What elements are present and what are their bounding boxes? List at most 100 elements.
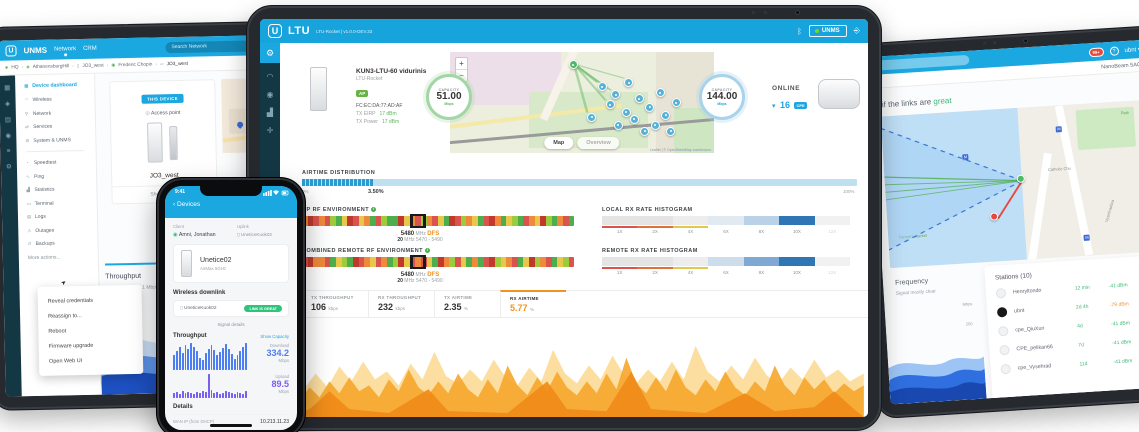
ap-badge: AP — [356, 90, 368, 97]
menu-item-open-web-ui[interactable]: Open Web UI — [39, 352, 143, 369]
phone-notch — [200, 186, 262, 196]
sidebar-item-logs[interactable]: ▤Logs — [27, 213, 97, 220]
caret-down-icon[interactable]: ▾ — [772, 103, 776, 110]
coverage-map[interactable]: + − Map Overview Leaflet | © OpenStreetM… — [450, 52, 714, 153]
info-icon[interactable]: i — [425, 248, 430, 253]
local-hist-bar — [602, 216, 850, 225]
stations-panel: Stations (10) Henryltondo 12 min -41 dBm… — [984, 256, 1139, 405]
statistics-icon: ▟ — [26, 187, 34, 193]
dashboard-icon[interactable]: ⚙ — [260, 43, 280, 63]
ap-map-pin[interactable] — [569, 60, 578, 69]
sidebar-item-statistics[interactable]: ▟Statistics — [26, 186, 96, 193]
channel-bracket[interactable] — [410, 214, 426, 228]
status-icons — [263, 189, 289, 196]
gauge-value: 144.00 — [707, 92, 738, 102]
tab-rx-throughput[interactable]: RX THROUGHPUT 232 kbps — [368, 291, 434, 317]
dashboard-icon[interactable]: ▦ — [4, 83, 10, 91]
cpe-map-pin[interactable] — [614, 121, 623, 130]
capacity-gauge-ap: CAPACITY 51.00 Mbps — [426, 74, 472, 120]
tab-tx-airtime[interactable]: TX AIRTIME 2.35 % — [434, 291, 500, 317]
sidebar-item-speedtest[interactable]: ◔Speedtest — [26, 159, 96, 166]
signal-details-link[interactable]: Signal details — [173, 322, 289, 327]
devices-icon[interactable]: ▤ — [5, 115, 11, 123]
sidebar-item-network[interactable]: ⚲Network — [25, 109, 95, 116]
user-menu[interactable]: ubnt ▾ — [1124, 46, 1139, 54]
notification-badge[interactable]: 99+ — [1088, 47, 1104, 57]
lan-ip-row: LAN IP Address 192.168.1.1 — [173, 429, 289, 430]
bluetooth-icon[interactable]: ᛒ — [797, 27, 802, 36]
logout-icon[interactable]: ⎆ — [854, 26, 860, 36]
station-row[interactable]: CPE_pelikan66 7d -41 dBm — [999, 336, 1139, 355]
ltu-dashboard: + − Map Overview Leaflet | © OpenStreetM… — [280, 43, 868, 417]
remote-hist-bar — [602, 257, 850, 266]
search-input[interactable] — [165, 40, 249, 53]
sites-icon[interactable]: ◈ — [5, 100, 10, 108]
statistics-icon[interactable]: ▟ — [267, 108, 273, 117]
links-map[interactable]: Park Catholic Chu Farmers Market Vysehra… — [881, 100, 1139, 268]
cpe-map-pin[interactable] — [645, 103, 654, 112]
tab-rx-airtime[interactable]: RX AIRTIME 5.77 % — [500, 290, 566, 317]
device-image — [181, 250, 192, 277]
sidebar-item-backups[interactable]: ↺Backups — [28, 240, 98, 247]
ap-rf-freq: 5480 MHz DFS 20 MHz 5470 - 5490 — [340, 231, 500, 243]
zoom-in-button[interactable]: + — [456, 58, 467, 69]
uplink-name[interactable]: ▯ UneticeKuok02 — [237, 232, 289, 238]
show-capacity-link[interactable]: Show Capacity — [260, 334, 289, 339]
cpe-map-pin[interactable] — [630, 115, 639, 124]
search-pill[interactable] — [877, 55, 969, 71]
stations-title: Stations (10) — [995, 265, 1139, 281]
station-uptime: 4d — [1077, 321, 1111, 329]
nav-network[interactable]: Network — [54, 46, 76, 52]
more-actions-link[interactable]: More actions... — [28, 253, 98, 260]
camera-dot — [752, 11, 755, 14]
breadcrumb-device[interactable]: JO3_west — [82, 63, 103, 68]
breadcrumb-site[interactable]: AthanensburgHill — [33, 64, 70, 70]
back-nav[interactable]: ‹ Devices — [173, 201, 200, 208]
clients-icon[interactable]: ◉ — [5, 131, 11, 139]
sidebar-item-system[interactable]: ⚙System & UNMS — [25, 136, 95, 143]
tab-tx-throughput[interactable]: TX THROUGHPUT 106 kbps — [302, 291, 368, 317]
breadcrumb-client[interactable]: Frederic Chopin — [118, 62, 152, 68]
sidebar-item-ping[interactable]: ∿Ping — [26, 172, 96, 179]
sidebar-item-terminal[interactable]: ▭Terminal — [27, 199, 97, 206]
sidebar-item-services[interactable]: ⇄Services — [25, 123, 95, 130]
channel-bracket[interactable] — [410, 255, 426, 269]
ap-device-image — [310, 67, 327, 111]
unms-button[interactable]: UNMS — [809, 25, 847, 37]
sidebar-item-outages[interactable]: ⚠Outages — [27, 226, 97, 233]
online-block: ONLINE ▾ 16 CPE — [772, 85, 807, 113]
cpe-map-pin[interactable] — [661, 111, 670, 120]
info-icon[interactable]: i — [371, 207, 376, 212]
sidebar-item-dashboard[interactable]: ▦Device dashboard — [24, 82, 94, 89]
details-title: Details — [173, 404, 289, 410]
wireless-icon[interactable]: ◠ — [267, 72, 274, 81]
cpe-map-pin[interactable] — [640, 127, 649, 136]
cpe-map-pin[interactable] — [587, 113, 596, 122]
device-card[interactable]: Unetice02 AirMax 5GHz — [173, 244, 289, 283]
capacity-gauge-remote: CAPACITY 144.00 Mbps — [699, 74, 745, 120]
station-row[interactable]: cpe_QiuXun 4d -41 dBm — [998, 317, 1139, 336]
nav-crm[interactable]: CRM — [83, 46, 97, 52]
client-name[interactable]: ◉ Amni, Jonathan — [173, 232, 216, 238]
station-avatar — [999, 345, 1010, 356]
logs-icon[interactable]: ≡ — [7, 148, 11, 155]
station-row[interactable]: Henryltondo 12 min -41 dBm — [996, 279, 1139, 298]
cpe-map-pin[interactable] — [622, 108, 631, 117]
overview-toggle-button[interactable]: Overview — [577, 137, 619, 149]
help-icon[interactable]: ? — [1109, 46, 1119, 56]
home-indicator[interactable] — [210, 424, 252, 427]
station-row[interactable]: ubnt 2d 4h -79 dBm — [997, 298, 1139, 317]
airtime-max: 100% — [843, 189, 855, 194]
map-toggle-button[interactable]: Map — [544, 137, 573, 149]
station-name: CPE_pelikan66 — [1016, 343, 1078, 353]
breadcrumb-hq[interactable]: HQ — [11, 65, 18, 70]
sidebar-item-wireless[interactable]: ◠Wireless — [24, 96, 94, 103]
tools-icon[interactable]: ✛ — [267, 126, 274, 135]
headline: if the links are great — [882, 96, 952, 109]
cpe-map-pin[interactable] — [651, 121, 660, 130]
station-row[interactable]: cpe_Vysehrad 11d -41 dBm — [1000, 355, 1139, 374]
clients-icon[interactable]: ◉ — [267, 90, 274, 99]
downlink-row[interactable]: ▯ UneticeKuok02 LINK IS GREAT — [173, 300, 289, 317]
settings-icon[interactable]: ⚙ — [6, 162, 12, 170]
marketing-canvas: U UNMS Network CRM ◈ HQ › ◈ Athanensburg… — [0, 0, 1139, 432]
